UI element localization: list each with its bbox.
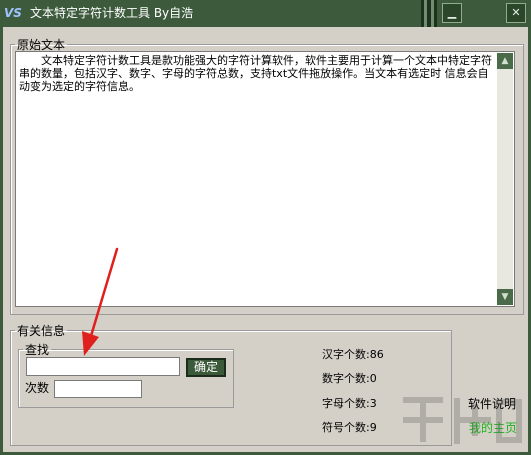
annotation-arrow [82, 247, 119, 356]
watermark-logo [403, 397, 522, 444]
